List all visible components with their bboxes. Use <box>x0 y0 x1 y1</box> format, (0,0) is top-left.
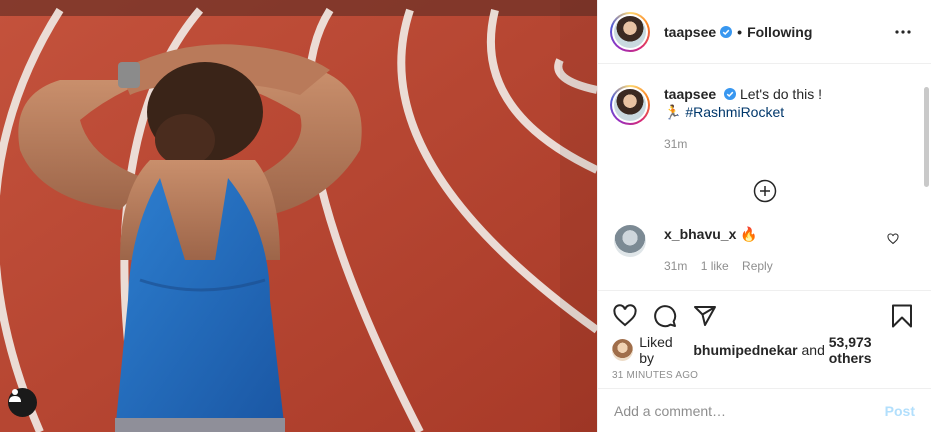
post-caption: taapsee Let's do this ! 🏃 #RashmiRocket … <box>598 65 931 153</box>
verified-badge-icon <box>724 88 737 100</box>
caption-time: 31m <box>664 137 688 151</box>
bookmark-icon[interactable] <box>889 303 915 329</box>
comments-scrollbar[interactable] <box>924 87 929 187</box>
share-icon[interactable] <box>692 303 718 329</box>
plus-circle-icon[interactable] <box>753 179 777 203</box>
post-timestamp[interactable]: 31 MINUTES AGO <box>612 370 915 381</box>
comment-heart-icon[interactable] <box>887 233 899 245</box>
add-comment-input[interactable] <box>614 402 877 419</box>
post-details-panel: taapsee • Following taapsee Let's do thi… <box>597 0 931 432</box>
likes-summary: Liked by bhumipednekar and 53,973 others <box>612 334 915 366</box>
post-actions: Liked by bhumipednekar and 53,973 others… <box>598 290 931 388</box>
add-comment-bar: Post <box>598 388 931 432</box>
post-photo[interactable] <box>0 0 597 432</box>
heart-icon[interactable] <box>612 303 638 329</box>
liker-username[interactable]: bhumipednekar <box>693 342 797 358</box>
user-tag-icon[interactable] <box>8 388 37 417</box>
comment-text: 🔥 <box>740 226 758 242</box>
caption-avatar[interactable] <box>610 85 650 125</box>
liker-avatar[interactable] <box>612 339 634 361</box>
comment-icon[interactable] <box>652 303 678 329</box>
likes-count[interactable]: 53,973 others <box>829 334 915 366</box>
separator-dot: • <box>737 23 743 40</box>
post-header: taapsee • Following <box>598 0 931 64</box>
verified-badge-icon <box>720 25 733 38</box>
author-avatar[interactable] <box>610 11 650 52</box>
running-track-photo <box>0 0 597 432</box>
commenter-avatar[interactable] <box>614 225 646 257</box>
author-username[interactable]: taapsee <box>664 24 716 40</box>
likes-prefix: Liked by <box>639 334 673 366</box>
person-icon <box>9 389 21 402</box>
post-comment-button[interactable]: Post <box>885 403 915 419</box>
comment-time: 31m <box>664 259 688 273</box>
comment-like-count[interactable]: 1 like <box>701 259 729 273</box>
reply-button[interactable]: Reply <box>742 259 773 273</box>
caption-username[interactable]: taapsee <box>664 86 716 102</box>
caption-text: Let's do this ! <box>739 86 822 102</box>
runner-emoji: 🏃 <box>664 104 682 120</box>
comments-section[interactable]: taapsee Let's do this ! 🏃 #RashmiRocket … <box>598 65 931 290</box>
following-button[interactable]: Following <box>747 24 812 40</box>
likes-and: and <box>801 342 825 358</box>
more-options-icon[interactable] <box>891 20 915 44</box>
hashtag-link[interactable]: #RashmiRocket <box>685 104 784 120</box>
commenter-username[interactable]: x_bhavu_x <box>664 226 736 242</box>
comment-item: x_bhavu_x 🔥 31m 1 like Reply <box>598 203 931 273</box>
